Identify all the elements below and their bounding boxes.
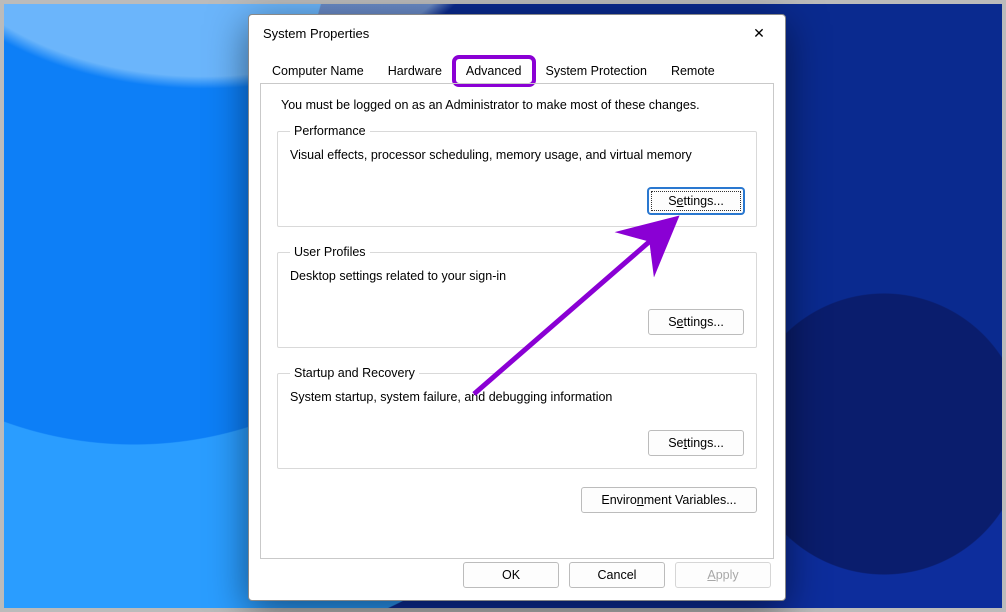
startup-recovery-desc: System startup, system failure, and debu… <box>290 390 744 404</box>
button-label: Settings... <box>668 194 724 208</box>
cancel-button[interactable]: Cancel <box>569 562 665 588</box>
startup-recovery-legend: Startup and Recovery <box>290 366 419 380</box>
button-label: Settings... <box>668 436 724 450</box>
startup-recovery-group: Startup and Recovery System startup, sys… <box>277 366 757 469</box>
user-profiles-desc: Desktop settings related to your sign-in <box>290 269 744 283</box>
button-label: Environment Variables... <box>601 493 736 507</box>
startup-recovery-settings-button[interactable]: Settings... <box>648 430 744 456</box>
ok-button[interactable]: OK <box>463 562 559 588</box>
close-button[interactable]: ✕ <box>739 19 779 47</box>
apply-button: Apply <box>675 562 771 588</box>
tab-system-protection[interactable]: System Protection <box>535 58 658 84</box>
system-properties-dialog: System Properties ✕ Computer Name Hardwa… <box>248 14 786 601</box>
close-icon: ✕ <box>753 25 765 42</box>
dialog-action-bar: OK Cancel Apply <box>463 562 771 588</box>
titlebar: System Properties ✕ <box>249 15 785 51</box>
tab-hardware[interactable]: Hardware <box>377 58 453 84</box>
window-title: System Properties <box>263 26 369 41</box>
tab-advanced[interactable]: Advanced <box>455 58 533 84</box>
advanced-tab-panel: You must be logged on as an Administrato… <box>260 83 774 559</box>
button-label: Apply <box>707 568 738 582</box>
tab-computer-name[interactable]: Computer Name <box>261 58 375 84</box>
tab-strip: Computer Name Hardware Advanced System P… <box>249 51 785 83</box>
performance-group: Performance Visual effects, processor sc… <box>277 124 757 227</box>
tab-remote[interactable]: Remote <box>660 58 726 84</box>
performance-desc: Visual effects, processor scheduling, me… <box>290 148 744 162</box>
environment-variables-button[interactable]: Environment Variables... <box>581 487 757 513</box>
performance-legend: Performance <box>290 124 370 138</box>
user-profiles-group: User Profiles Desktop settings related t… <box>277 245 757 348</box>
user-profiles-settings-button[interactable]: Settings... <box>648 309 744 335</box>
user-profiles-legend: User Profiles <box>290 245 370 259</box>
button-label: Settings... <box>668 315 724 329</box>
performance-settings-button[interactable]: Settings... <box>648 188 744 214</box>
desktop-background: System Properties ✕ Computer Name Hardwa… <box>0 0 1006 612</box>
admin-note: You must be logged on as an Administrato… <box>281 98 757 112</box>
